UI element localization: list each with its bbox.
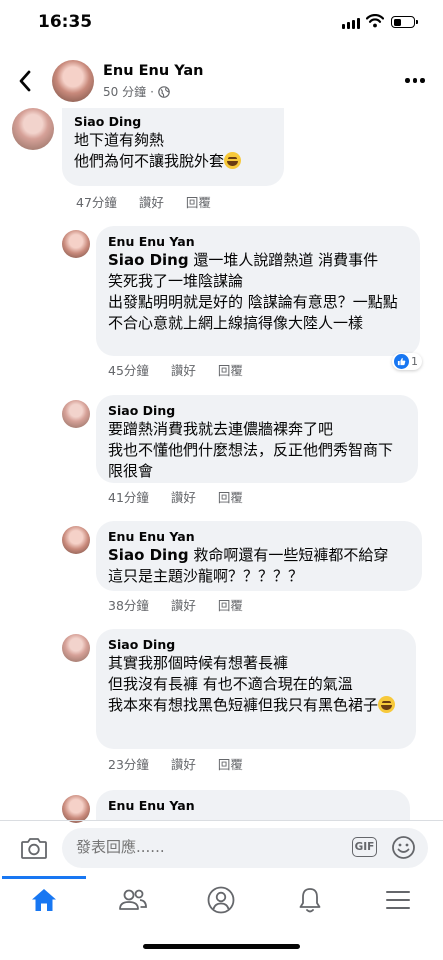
more-options-icon[interactable] [405,78,425,83]
comment-author[interactable]: Siao Ding [74,114,272,130]
tab-friends[interactable] [113,882,153,918]
comment-actions: 41分鐘 讚好 回覆 [108,487,243,506]
comment-text: 要蹭熱消費我就去連儂牆裸奔了吧 我也不懂他們什麼想法，反正他們秀智商下限很會 [108,420,394,480]
mention-tag[interactable]: Siao Ding [108,251,189,269]
like-link[interactable]: 讚好 [171,595,196,614]
avatar[interactable] [62,230,90,258]
gif-button[interactable]: GIF [352,837,377,857]
status-time: 16:35 [38,12,93,32]
camera-icon[interactable] [20,836,48,860]
cellular-signal-icon [342,18,360,29]
tab-home[interactable] [24,882,64,918]
comment-text-wrap: Siao Ding 救命啊還有一些短褲都不給穿 這只是主題沙龍啊？？？？？ [108,545,410,587]
comment-bubble[interactable]: Siao Ding 地下道有夠熱 他們為何不讓我脫外套 [62,108,284,186]
comment-bubble[interactable]: Enu Enu Yan Siao Ding 還一堆人說蹭熱道 消費事件 笑死我了… [96,226,420,356]
reply-link[interactable]: 回覆 [186,192,211,211]
post-author-avatar[interactable] [52,60,94,102]
battery-icon [391,16,418,28]
avatar[interactable] [62,795,90,823]
like-link[interactable]: 讚好 [139,192,164,211]
comment-time: 23分鐘 [108,757,149,772]
comment-author[interactable]: Siao Ding [108,637,404,653]
mention-tag[interactable]: Siao Ding [108,546,189,564]
profile-icon [207,886,235,914]
comment-text: 其實我那個時候有想著長褲 但我沒有長褲 有也不適合現在的氣溫 我本來有想找黑色短… [108,654,379,714]
tab-menu[interactable] [378,882,418,918]
like-link[interactable]: 讚好 [171,487,196,506]
comment-bubble[interactable]: Enu Enu Yan [96,790,410,820]
like-link[interactable]: 讚好 [171,754,196,773]
avatar[interactable] [62,400,90,428]
like-reaction-icon [394,354,409,369]
comment-bubble[interactable]: Enu Enu Yan Siao Ding 救命啊還有一些短褲都不給穿 這只是主… [96,521,422,591]
comment-time: 38分鐘 [108,598,149,613]
reply-link[interactable]: 回覆 [218,360,243,379]
comment-actions: 38分鐘 讚好 回覆 [108,595,243,614]
composer-divider [0,820,443,821]
avatar[interactable] [62,634,90,662]
comment-bubble[interactable]: Siao Ding 其實我那個時候有想著長褲 但我沒有長褲 有也不適合現在的氣溫… [96,629,416,749]
avatar[interactable] [62,526,90,554]
post-meta: 50 分鐘 · [103,83,170,100]
post-author-name[interactable]: Enu Enu Yan [103,63,203,79]
comment-text: 地下道有夠熱 他們為何不讓我脫外套 [74,131,225,170]
laughing-emoji-icon [224,152,242,169]
comment-author[interactable]: Enu Enu Yan [108,234,408,250]
meta-dot: · [150,84,154,99]
comment-text-wrap: Siao Ding 還一堆人說蹭熱道 消費事件 笑死我了一堆陰謀論 出發點明明就… [108,250,408,334]
comment-bubble[interactable]: Siao Ding 要蹭熱消費我就去連儂牆裸奔了吧 我也不懂他們什麼想法，反正他… [96,395,418,483]
like-link[interactable]: 讚好 [171,360,196,379]
reaction-count: 1 [411,355,418,368]
reply-link[interactable]: 回覆 [218,754,243,773]
avatar[interactable] [12,108,54,150]
tab-profile[interactable] [201,882,241,918]
reply-link[interactable]: 回覆 [218,487,243,506]
comment-text-wrap: 其實我那個時候有想著長褲 但我沒有長褲 有也不適合現在的氣溫 我本來有想找黑色短… [108,653,404,716]
post-time: 50 分鐘 [103,85,147,99]
comment-actions: 45分鐘 讚好 回覆 [108,360,243,379]
home-icon [32,889,56,911]
reply-link[interactable]: 回覆 [218,595,243,614]
reaction-summary[interactable]: 1 [392,353,422,370]
comment-time: 45分鐘 [108,363,149,378]
back-arrow-icon[interactable] [16,66,34,96]
wifi-icon [366,14,384,28]
comment-author[interactable]: Siao Ding [108,403,406,419]
laughing-emoji-icon [378,696,396,713]
bell-icon [299,888,321,913]
active-tab-indicator [2,876,86,879]
comment-actions: 47分鐘 讚好 回覆 [76,192,211,211]
comment-text-wrap: 地下道有夠熱 他們為何不讓我脫外套 [74,130,272,172]
comment-time: 41分鐘 [108,490,149,505]
friends-icon [119,889,147,910]
comment-actions: 23分鐘 讚好 回覆 [108,754,243,773]
home-indicator[interactable] [143,944,300,949]
comment-time: 47分鐘 [76,195,117,210]
hamburger-menu-icon [386,891,410,909]
tab-notifications[interactable] [290,882,330,918]
globe-icon [158,85,170,98]
emoji-picker-icon[interactable] [391,835,416,860]
comment-author[interactable]: Enu Enu Yan [108,529,410,545]
comment-input[interactable] [76,838,296,856]
comment-author[interactable]: Enu Enu Yan [108,798,398,814]
